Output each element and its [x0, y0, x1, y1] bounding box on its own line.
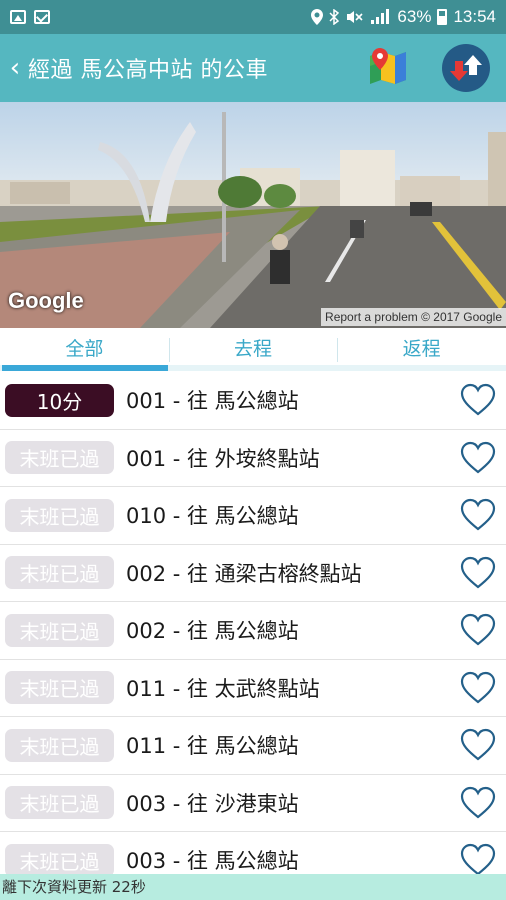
- eta-badge: 末班已過: [5, 786, 114, 820]
- list-item[interactable]: 末班已過 003 - 往 沙港東站: [0, 775, 506, 832]
- eta-badge: 末班已過: [5, 556, 114, 590]
- route-label: 002 - 往 通梁古榕終點站: [126, 561, 362, 586]
- route-label: 011 - 往 馬公總站: [126, 734, 299, 759]
- eta-badge: 末班已過: [5, 728, 114, 762]
- heart-icon[interactable]: [460, 613, 496, 647]
- route-label: 002 - 往 馬公總站: [126, 619, 299, 644]
- swap-direction-button[interactable]: [442, 44, 490, 92]
- map-icon: [370, 48, 406, 84]
- eta-badge: 末班已過: [5, 498, 114, 532]
- heart-icon[interactable]: [460, 728, 496, 762]
- eta-badge: 末班已過: [5, 671, 114, 705]
- mail-icon: [34, 10, 50, 24]
- page-title: 經過 馬公高中站 的公車: [28, 58, 268, 83]
- list-item[interactable]: 末班已過 010 - 往 馬公總站: [0, 487, 506, 545]
- status-bar: 63% 13:54: [0, 0, 506, 34]
- eta-badge: 10分: [5, 383, 114, 417]
- tab-indicator-track: [0, 365, 506, 371]
- mute-icon: [347, 11, 363, 23]
- app-bar: ‹ 經過 馬公高中站 的公車: [0, 34, 506, 102]
- heart-icon[interactable]: [460, 383, 496, 417]
- signal-icon: [369, 8, 391, 27]
- gallery-icon: [10, 10, 26, 24]
- list-item[interactable]: 末班已過 011 - 往 太武終點站: [0, 660, 506, 717]
- heart-icon[interactable]: [460, 441, 496, 475]
- refresh-countdown: 離下次資料更新 22秒: [0, 874, 506, 900]
- google-logo: Google: [8, 288, 84, 313]
- location-icon: [311, 9, 324, 25]
- list-item[interactable]: 10分 001 - 往 馬公總站: [0, 372, 506, 430]
- swap-direction-icon: [450, 55, 482, 81]
- eta-badge: 末班已過: [5, 843, 114, 877]
- heart-icon[interactable]: [460, 671, 496, 705]
- list-item[interactable]: 末班已過 002 - 往 馬公總站: [0, 602, 506, 660]
- report-problem-link[interactable]: Report a problem © 2017 Google: [321, 308, 506, 326]
- heart-icon[interactable]: [460, 556, 496, 590]
- route-label: 003 - 往 馬公總站: [126, 849, 299, 874]
- route-label: 001 - 往 馬公總站: [126, 389, 299, 414]
- map-button[interactable]: [366, 46, 410, 90]
- heart-icon[interactable]: [460, 786, 496, 820]
- route-label: 010 - 往 馬公總站: [126, 504, 299, 529]
- tab-active-indicator: [2, 365, 168, 371]
- clock: 13:54: [453, 7, 496, 26]
- street-view-panorama[interactable]: Google Report a problem © 2017 Google: [0, 102, 506, 328]
- eta-badge: 末班已過: [5, 613, 114, 647]
- list-item[interactable]: 末班已過 002 - 往 通梁古榕終點站: [0, 545, 506, 602]
- list-item[interactable]: 末班已過 011 - 往 馬公總站: [0, 717, 506, 775]
- battery-icon: [437, 9, 448, 25]
- battery-percentage: 63%: [397, 7, 432, 26]
- eta-badge: 末班已過: [5, 441, 114, 475]
- route-label: 011 - 往 太武終點站: [126, 676, 320, 701]
- route-label: 001 - 往 外垵終點站: [126, 446, 320, 471]
- route-label: 003 - 往 沙港東站: [126, 791, 299, 816]
- heart-icon[interactable]: [460, 843, 496, 877]
- chevron-left-icon[interactable]: ‹: [2, 53, 28, 83]
- list-item[interactable]: 末班已過 001 - 往 外垵終點站: [0, 430, 506, 487]
- bus-route-list: 10分 001 - 往 馬公總站 末班已過 001 - 往 外垵終點站 末班已過…: [0, 372, 506, 890]
- heart-icon[interactable]: [460, 498, 496, 532]
- bluetooth-icon: [329, 9, 340, 25]
